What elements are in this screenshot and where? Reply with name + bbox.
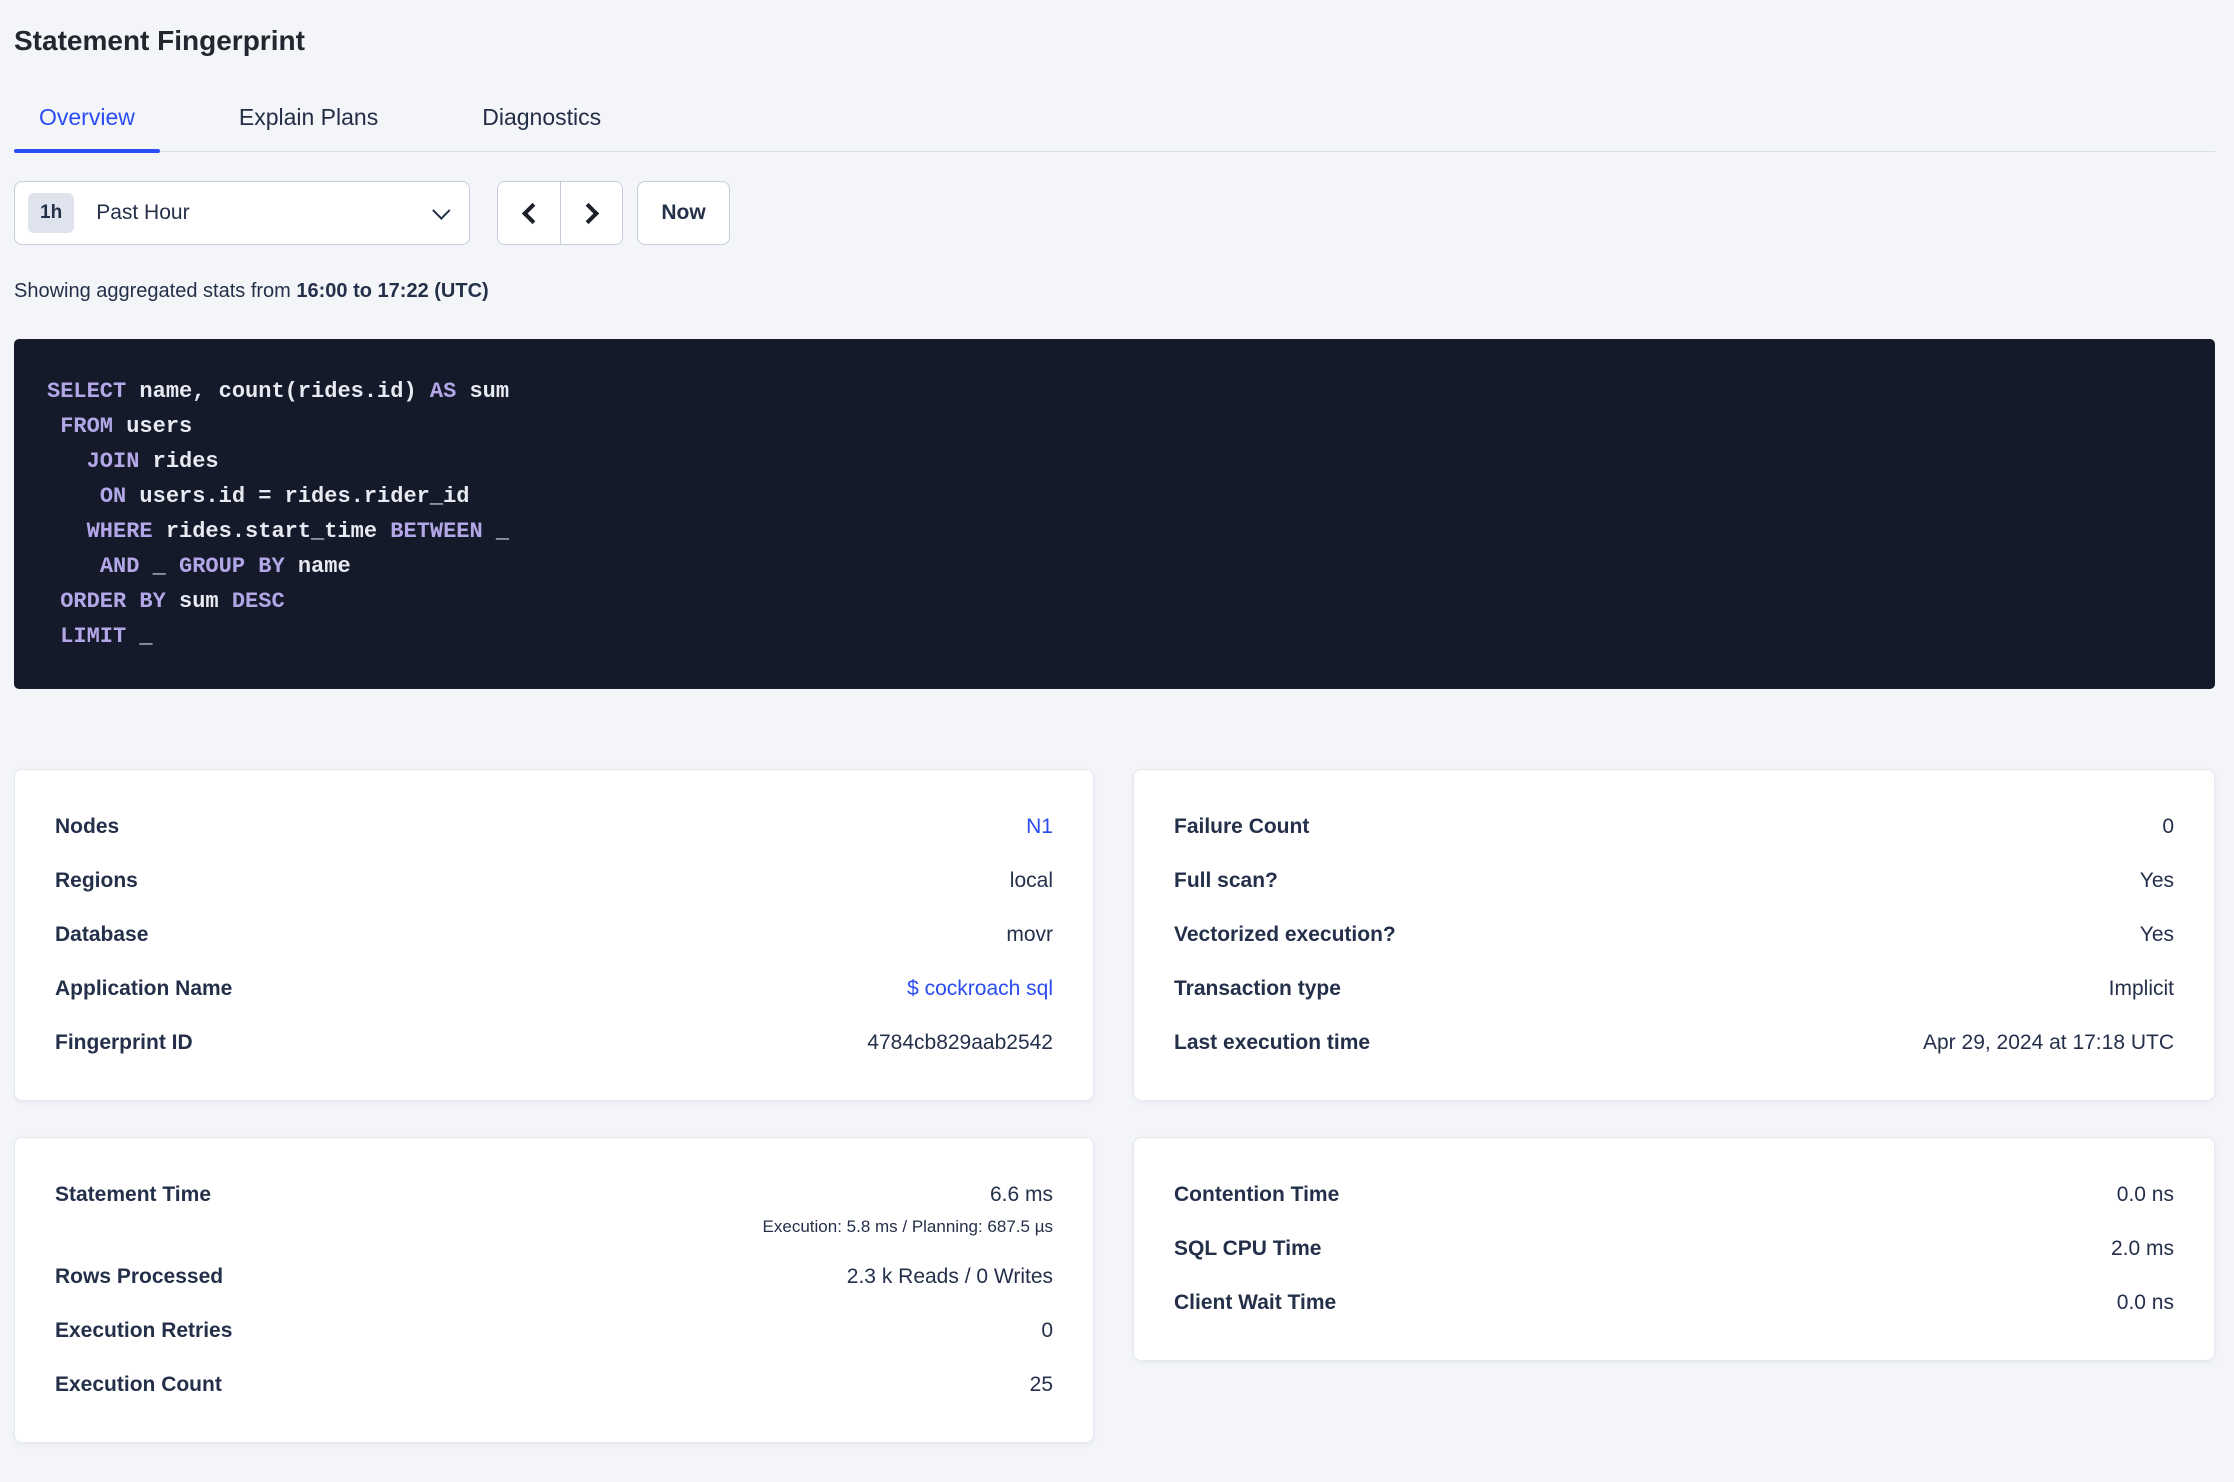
page-title: Statement Fingerprint — [14, 25, 305, 56]
info-row-sql-cpu-time: SQL CPU Time 2.0 ms — [1174, 1222, 2174, 1276]
statement-timings-card: Statement Time 6.6 ms Execution: 5.8 ms … — [14, 1137, 1094, 1443]
stats-line-range: 16:00 to 17:22 (UTC) — [296, 280, 489, 302]
time-range-dropdown[interactable]: 1h Past Hour — [14, 181, 470, 245]
statement-time-values: 6.6 ms Execution: 5.8 ms / Planning: 687… — [763, 1176, 1053, 1238]
info-label: Nodes — [55, 815, 120, 838]
info-value: Yes — [2139, 869, 2174, 892]
info-row-application-name: Application Name $ cockroach sql — [55, 962, 1053, 1016]
info-label: SQL CPU Time — [1174, 1237, 1322, 1260]
tab-bar: Overview Explain Plans Diagnostics — [14, 94, 2215, 153]
tab-diagnostics[interactable]: Diagnostics — [457, 94, 626, 151]
info-row-fingerprint-id: Fingerprint ID 4784cb829aab2542 — [55, 1016, 1053, 1070]
stats-line-prefix: Showing aggregated stats from — [14, 280, 297, 302]
tab-explain-plans[interactable]: Explain Plans — [214, 94, 403, 151]
wait-times-card: Contention Time 0.0 ns SQL CPU Time 2.0 … — [1133, 1137, 2215, 1361]
info-label: Execution Count — [55, 1373, 222, 1396]
info-label: Fingerprint ID — [55, 1031, 193, 1054]
info-row-execution-count: Execution Count 25 — [55, 1358, 1053, 1412]
info-label: Database — [55, 923, 149, 946]
info-label: Contention Time — [1174, 1183, 1340, 1206]
info-row-vectorized-execution: Vectorized execution? Yes — [1174, 908, 2174, 962]
summary-cards: Nodes N1 Regions local Database movr App… — [14, 769, 2215, 1443]
info-label: Last execution time — [1174, 1031, 1371, 1054]
sql-statement-code: SELECT name, count(rides.id) AS sum FROM… — [47, 379, 510, 649]
info-label: Failure Count — [1174, 815, 1310, 838]
info-label: Rows Processed — [55, 1265, 224, 1288]
info-value: 4784cb829aab2542 — [867, 1031, 1053, 1054]
info-row-full-scan: Full scan? Yes — [1174, 854, 2174, 908]
nodes-link[interactable]: N1 — [1026, 815, 1053, 839]
info-row-contention-time: Contention Time 0.0 ns — [1174, 1168, 2174, 1222]
info-row-statement-time: Statement Time 6.6 ms Execution: 5.8 ms … — [55, 1168, 1053, 1250]
info-label: Regions — [55, 869, 138, 892]
info-row-rows-processed: Rows Processed 2.3 k Reads / 0 Writes — [55, 1250, 1053, 1304]
info-row-failure-count: Failure Count 0 — [1174, 800, 2174, 854]
info-value: movr — [1006, 923, 1053, 946]
statement-details-card: Nodes N1 Regions local Database movr App… — [14, 769, 1094, 1101]
prev-time-button[interactable] — [498, 182, 560, 244]
application-name-link[interactable]: $ cockroach sql — [907, 977, 1053, 1001]
info-label: Statement Time — [55, 1183, 211, 1206]
sql-statement-box: SELECT name, count(rides.id) AS sum FROM… — [14, 339, 2215, 689]
now-button[interactable]: Now — [637, 181, 730, 245]
info-row-database: Database movr — [55, 908, 1053, 962]
time-nav-group — [497, 181, 623, 245]
info-value: 0 — [1041, 1319, 1053, 1342]
time-range-badge: 1h — [28, 193, 75, 233]
info-row-transaction-type: Transaction type Implicit — [1174, 962, 2174, 1016]
statement-fingerprint-page: Statement Fingerprint Overview Explain P… — [0, 24, 2234, 1443]
info-value: 2.3 k Reads / 0 Writes — [846, 1265, 1053, 1288]
info-label: Application Name — [55, 977, 233, 1000]
info-value: Yes — [2139, 923, 2174, 946]
info-value: 0 — [2162, 815, 2174, 838]
chevron-right-icon — [577, 202, 600, 224]
info-row-last-execution-time: Last execution time Apr 29, 2024 at 17:1… — [1174, 1016, 2174, 1070]
next-time-button[interactable] — [560, 182, 622, 244]
tab-overview[interactable]: Overview — [14, 94, 160, 153]
info-value: 0.0 ns — [2116, 1291, 2174, 1314]
chevron-down-icon — [432, 200, 451, 220]
info-row-nodes: Nodes N1 — [55, 800, 1053, 854]
time-range-label: Past Hour — [96, 201, 190, 224]
info-value: Apr 29, 2024 at 17:18 UTC — [1923, 1031, 2174, 1054]
info-label: Transaction type — [1174, 977, 1341, 1000]
time-controls: 1h Past Hour Now — [14, 181, 2215, 245]
info-row-execution-retries: Execution Retries 0 — [55, 1304, 1053, 1358]
aggregated-stats-line: Showing aggregated stats from 16:00 to 1… — [14, 279, 2215, 303]
info-row-client-wait-time: Client Wait Time 0.0 ns — [1174, 1276, 2174, 1330]
info-value: 25 — [1029, 1373, 1053, 1396]
info-value: 2.0 ms — [2110, 1237, 2174, 1260]
info-label: Client Wait Time — [1174, 1291, 1337, 1314]
info-label: Execution Retries — [55, 1319, 233, 1342]
info-value: Implicit — [2108, 977, 2174, 1000]
info-value: local — [1009, 869, 1053, 892]
chevron-left-icon — [521, 202, 543, 224]
info-label: Vectorized execution? — [1174, 923, 1396, 946]
info-row-regions: Regions local — [55, 854, 1053, 908]
statement-time-breakdown: Execution: 5.8 ms / Planning: 687.5 µs — [762, 1217, 1053, 1236]
info-label: Full scan? — [1174, 869, 1278, 892]
info-value: 6.6 ms — [989, 1183, 1053, 1206]
info-value: 0.0 ns — [2116, 1183, 2174, 1206]
execution-attributes-card: Failure Count 0 Full scan? Yes Vectorize… — [1133, 769, 2215, 1101]
